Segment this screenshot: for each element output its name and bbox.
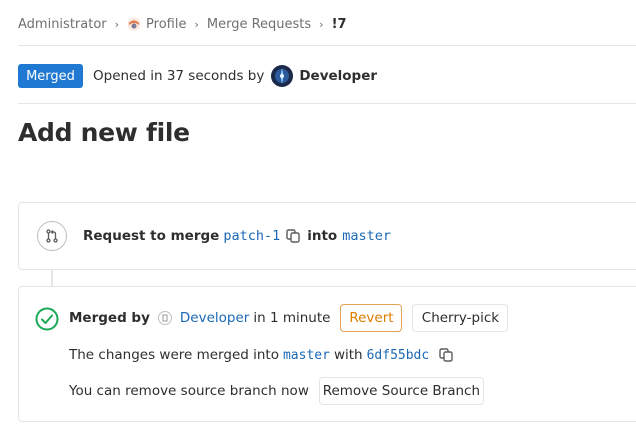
commit-sha-link[interactable]: 6df55bdc [367, 348, 430, 363]
cherry-pick-button[interactable]: Cherry-pick [412, 304, 509, 332]
check-circle-icon [35, 307, 59, 331]
breadcrumb-profile[interactable]: Profile [146, 17, 186, 32]
profile-avatar-icon [127, 17, 141, 31]
breadcrumb-merge-requests[interactable]: Merge Requests [207, 17, 311, 32]
source-branch-link[interactable]: patch-1 [223, 228, 280, 244]
remove-branch-row: You can remove source branch now Remove … [69, 377, 484, 405]
copy-icon[interactable] [286, 229, 300, 243]
changes-prefix: The changes were merged into [69, 347, 279, 363]
merged-by-label: Merged by [69, 310, 150, 326]
remove-source-branch-button[interactable]: Remove Source Branch [318, 377, 484, 405]
timeline-connector [51, 270, 53, 286]
opened-info: Opened in 37 seconds by Developer [93, 64, 377, 88]
user-avatar-icon[interactable] [157, 311, 172, 325]
opened-prefix: Opened in 37 seconds by [93, 68, 265, 84]
divider [18, 45, 636, 46]
target-branch-link[interactable]: master [342, 228, 391, 244]
breadcrumb: Administrator › Profile › Merge Requests… [18, 14, 347, 34]
status-badge: Merged [18, 64, 83, 88]
merged-time: in 1 minute [253, 310, 331, 326]
remove-branch-text: You can remove source branch now [69, 383, 309, 399]
into-label: into [307, 228, 338, 244]
divider [18, 103, 636, 104]
page-title: Add new file [18, 118, 190, 147]
merged-by-row: Merged by Developer in 1 minute Revert C… [69, 304, 509, 332]
request-prefix: Request to merge [83, 228, 220, 244]
merged-widget: Merged by Developer in 1 minute Revert C… [18, 286, 636, 422]
merge-request-panel: Request to merge patch-1 into master [18, 202, 636, 270]
copy-icon[interactable] [439, 348, 453, 362]
changes-merged-row: The changes were merged into master with… [69, 344, 460, 366]
developer-avatar-icon[interactable] [271, 65, 294, 87]
breadcrumb-separator: › [114, 17, 120, 31]
request-to-merge: Request to merge patch-1 into master [83, 225, 391, 247]
revert-button[interactable]: Revert [340, 304, 403, 332]
breadcrumb-mr-id[interactable]: !7 [332, 17, 347, 32]
with-label: with [333, 347, 363, 363]
merge-request-icon [37, 221, 67, 251]
breadcrumb-separator: › [319, 17, 324, 31]
author-link[interactable]: Developer [299, 68, 377, 84]
breadcrumb-separator: › [194, 17, 199, 31]
target-branch-link[interactable]: master [283, 348, 330, 363]
breadcrumb-administrator[interactable]: Administrator [18, 17, 107, 32]
merged-by-user-link[interactable]: Developer [180, 310, 249, 326]
